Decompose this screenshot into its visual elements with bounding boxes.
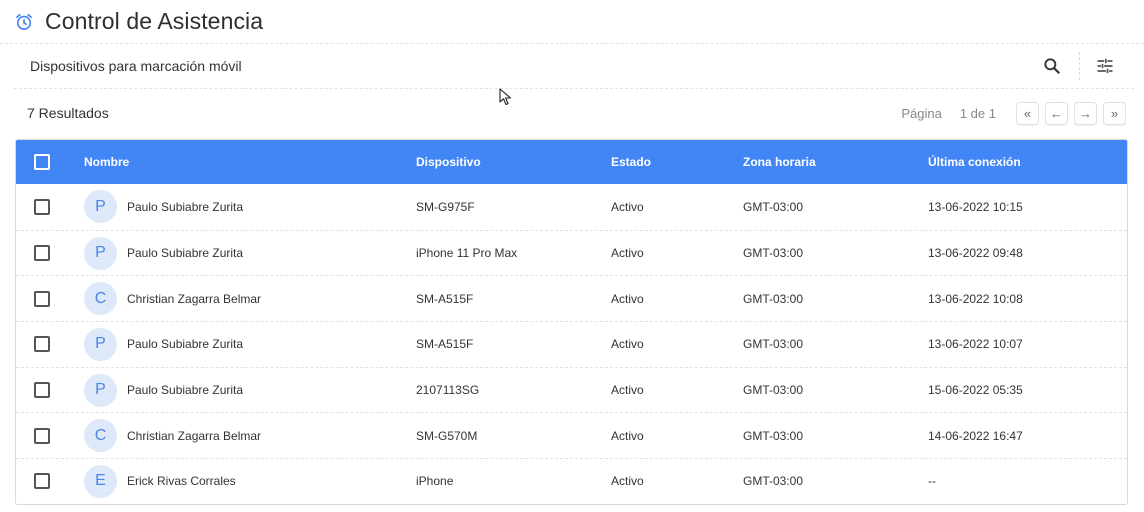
cell-last-connection: 13-06-2022 10:07 [928, 337, 1023, 352]
cell-timezone: GMT-03:00 [743, 337, 804, 352]
cell-status: Activo [611, 474, 644, 489]
cell-status: Activo [611, 428, 644, 443]
row-checkbox[interactable] [34, 245, 50, 262]
cell-last-connection: 14-06-2022 16:47 [928, 428, 1023, 443]
search-icon [1044, 58, 1060, 74]
cell-name: Christian Zagarra Belmar [127, 291, 262, 306]
table-body: P Paulo Subiabre Zurita SM-G975F Activo GMT-… [16, 184, 1127, 504]
row-checkbox[interactable] [34, 382, 50, 399]
avatar: C [84, 282, 117, 316]
devices-table: Nombre Dispositivo Estado Zona horaria Ú… [15, 139, 1128, 505]
cell-device: SM-G570M [416, 428, 478, 443]
avatar: P [84, 236, 117, 270]
cell-timezone: GMT-03:00 [743, 291, 804, 306]
cell-name: Paulo Subiabre Zurita [127, 199, 244, 214]
results-count: 7 Resultados [27, 105, 109, 121]
cell-last-connection: -- [928, 474, 936, 489]
cell-device: SM-A515F [416, 291, 474, 306]
row-checkbox[interactable] [34, 336, 50, 353]
avatar: C [84, 419, 117, 453]
row-checkbox[interactable] [34, 290, 50, 307]
cell-last-connection: 13-06-2022 10:08 [928, 291, 1023, 306]
cell-name: Paulo Subiabre Zurita [127, 246, 244, 261]
column-header-timezone[interactable]: Zona horaria [743, 155, 928, 169]
prev-page-icon: ← [1050, 105, 1063, 121]
cell-timezone: GMT-03:00 [743, 246, 804, 261]
table-toolbar: Dispositivos para marcación móvil [14, 44, 1134, 89]
next-page-button[interactable]: → [1074, 101, 1097, 125]
column-header-device[interactable]: Dispositivo [416, 155, 611, 169]
table-row[interactable]: P Paulo Subiabre Zurita SM-A515F Activo GMT-… [16, 321, 1127, 367]
search-button[interactable] [1035, 49, 1069, 83]
toolbar-divider [1079, 52, 1080, 80]
cell-status: Activo [611, 291, 644, 306]
cell-device: SM-G975F [416, 199, 475, 214]
column-header-status[interactable]: Estado [611, 155, 743, 169]
avatar: E [84, 464, 117, 498]
cell-status: Activo [611, 199, 644, 214]
table-row[interactable]: C Christian Zagarra Belmar SM-G570M Activo G… [16, 412, 1127, 459]
filter-button[interactable] [1088, 49, 1122, 83]
select-all-checkbox[interactable] [34, 154, 50, 170]
cell-device: iPhone 11 Pro Max [416, 246, 518, 261]
column-header-last-connection[interactable]: Última conexión [928, 155, 1127, 169]
page-title: Control de Asistencia [45, 8, 264, 34]
page-info: 1 de 1 [959, 105, 996, 121]
cell-last-connection: 13-06-2022 10:15 [928, 199, 1023, 214]
cell-timezone: GMT-03:00 [743, 383, 804, 398]
cell-name: Christian Zagarra Belmar [127, 428, 262, 443]
cell-last-connection: 13-06-2022 09:48 [928, 246, 1023, 261]
table-row[interactable]: E Erick Rivas Corrales iPhone Activo GMT-03:… [16, 458, 1127, 504]
table-row[interactable]: P Paulo Subiabre Zurita SM-G975F Activo GMT-… [16, 184, 1127, 230]
results-bar: 7 Resultados Página 1 de 1 « ← → » [14, 94, 1134, 132]
page-header: Control de Asistencia [0, 0, 1144, 44]
table-row[interactable]: P Paulo Subiabre Zurita iPhone 11 Pro Max A… [16, 229, 1127, 276]
table-row[interactable]: P Paulo Subiabre Zurita 2107113SG Activo GMT… [16, 366, 1127, 413]
cell-timezone: GMT-03:00 [743, 428, 804, 443]
cell-device: iPhone [416, 474, 454, 489]
next-page-icon: → [1079, 105, 1092, 121]
cell-name: Erick Rivas Corrales [127, 474, 236, 489]
cell-status: Activo [611, 383, 644, 398]
cell-name: Paulo Subiabre Zurita [127, 383, 244, 398]
last-page-icon: » [1110, 105, 1119, 121]
first-page-button[interactable]: « [1016, 101, 1039, 125]
prev-page-button[interactable]: ← [1045, 101, 1068, 125]
cell-device: 2107113SG [416, 383, 480, 398]
cell-last-connection: 15-06-2022 05:35 [928, 383, 1023, 398]
cell-device: SM-A515F [416, 337, 474, 352]
last-page-button[interactable]: » [1103, 101, 1126, 125]
section-title: Dispositivos para marcación móvil [30, 58, 242, 74]
table-header: Nombre Dispositivo Estado Zona horaria Ú… [16, 140, 1127, 184]
cell-timezone: GMT-03:00 [743, 474, 804, 489]
cell-status: Activo [611, 246, 644, 261]
cell-status: Activo [611, 337, 644, 352]
avatar: P [84, 327, 117, 361]
avatar: P [84, 190, 117, 224]
alarm-clock-icon [16, 13, 32, 30]
avatar: P [84, 373, 117, 407]
cell-timezone: GMT-03:00 [743, 199, 804, 214]
row-checkbox[interactable] [34, 198, 50, 215]
page-label: Página [901, 105, 942, 121]
column-header-name[interactable]: Nombre [84, 155, 416, 169]
table-row[interactable]: C Christian Zagarra Belmar SM-A515F Activo G… [16, 275, 1127, 322]
first-page-icon: « [1023, 105, 1032, 121]
row-checkbox[interactable] [34, 473, 50, 490]
cell-name: Paulo Subiabre Zurita [127, 337, 244, 352]
row-checkbox[interactable] [34, 427, 50, 444]
tune-icon [1097, 58, 1113, 74]
